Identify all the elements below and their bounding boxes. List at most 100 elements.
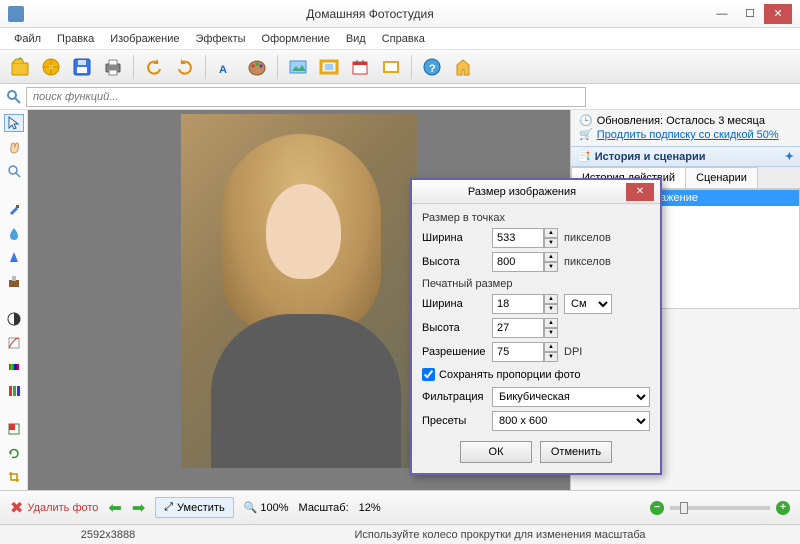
search-bar xyxy=(0,84,800,110)
resize-dialog: Размер изображения ✕ Размер в точках Шир… xyxy=(410,178,662,475)
fit-icon: ⤢ xyxy=(164,501,173,514)
keep-ratio-label: Сохранять пропорции фото xyxy=(439,369,581,381)
photo-preview xyxy=(181,114,417,468)
menu-image[interactable]: Изображение xyxy=(102,31,187,47)
history-panel-title: 📑 История и сценарии ✦ xyxy=(571,146,800,167)
tab-scenarios[interactable]: Сценарии xyxy=(685,167,758,188)
text-button[interactable]: A xyxy=(212,53,240,81)
width-px-spinner[interactable]: ▲▼ xyxy=(492,228,558,248)
updates-box: 🕒 Обновления: Осталось 3 месяца 🛒 Продлить… xyxy=(571,110,800,146)
width-label: Ширина xyxy=(422,232,486,244)
delete-photo-button[interactable]: ✖Удалить фото xyxy=(10,498,98,518)
print-size-label: Печатный размер xyxy=(422,278,650,290)
tool-rotate[interactable] xyxy=(4,444,24,462)
cart-icon: 🛒 xyxy=(579,128,593,142)
batch-button[interactable] xyxy=(37,53,65,81)
tool-curves[interactable] xyxy=(4,334,24,352)
zoom-100-button[interactable]: 🔍100% xyxy=(244,501,289,514)
zoom-slider[interactable] xyxy=(670,506,770,510)
width-cm-spinner[interactable]: ▲▼ xyxy=(492,294,558,314)
menu-file[interactable]: Файл xyxy=(6,31,49,47)
zoom-out-button[interactable]: − xyxy=(650,501,664,515)
print-button[interactable] xyxy=(99,53,127,81)
resolution-label: Разрешение xyxy=(422,346,486,358)
undo-button[interactable] xyxy=(140,53,168,81)
presets-select[interactable]: 800 x 600 xyxy=(492,411,650,431)
ok-button[interactable]: ОК xyxy=(460,441,532,463)
pixel-size-label: Размер в точках xyxy=(422,212,650,224)
menu-view[interactable]: Вид xyxy=(338,31,374,47)
tool-dock xyxy=(0,110,28,490)
help-button[interactable]: ? xyxy=(418,53,446,81)
tool-contrast[interactable] xyxy=(4,310,24,328)
height-label: Высота xyxy=(422,256,486,268)
bottom-bar: ✖Удалить фото ⬅ ➡ ⤢Уместить 🔍100% Масшта… xyxy=(0,490,800,524)
menubar: Файл Правка Изображение Эффекты Оформлен… xyxy=(0,28,800,50)
presets-label: Пресеты xyxy=(422,415,486,427)
next-button[interactable]: ➡ xyxy=(132,498,145,518)
tool-cursor[interactable] xyxy=(4,114,24,132)
extend-link[interactable]: Продлить подписку со скидкой 50% xyxy=(597,128,779,142)
status-dimensions: 2592x3888 xyxy=(8,529,208,541)
status-bar: 2592x3888 Используйте колесо прокрутки д… xyxy=(0,524,800,544)
cancel-button[interactable]: Отменить xyxy=(540,441,612,463)
tool-channels[interactable] xyxy=(4,382,24,400)
svg-text:A: A xyxy=(219,64,227,76)
menu-edit[interactable]: Правка xyxy=(49,31,102,47)
prev-button[interactable]: ⬅ xyxy=(108,498,121,518)
spin-up-icon[interactable]: ▲ xyxy=(544,228,558,238)
unit-select[interactable]: См xyxy=(564,294,612,314)
tool-hue[interactable] xyxy=(4,358,24,376)
search-input[interactable] xyxy=(26,87,586,107)
dialog-close-button[interactable]: ✕ xyxy=(626,183,654,201)
zoom-in-button[interactable]: + xyxy=(776,501,790,515)
dialog-title: Размер изображения xyxy=(418,186,626,198)
spin-down-icon[interactable]: ▼ xyxy=(544,238,558,248)
tool-clone[interactable] xyxy=(4,272,24,290)
status-hint: Используйте колесо прокрутки для изменен… xyxy=(208,529,792,541)
card-button[interactable] xyxy=(377,53,405,81)
redo-button[interactable] xyxy=(171,53,199,81)
filter-label: Фильтрация xyxy=(422,391,486,403)
tool-brush[interactable] xyxy=(4,200,24,218)
magnify-icon: 🔍 xyxy=(244,501,258,514)
titlebar: Домашняя Фотостудия — ☐ ✕ xyxy=(0,0,800,28)
minimize-button[interactable]: — xyxy=(708,4,736,24)
tool-drop[interactable] xyxy=(4,224,24,242)
save-button[interactable] xyxy=(68,53,96,81)
tool-crop[interactable] xyxy=(4,468,24,486)
close-button[interactable]: ✕ xyxy=(764,4,792,24)
search-icon xyxy=(6,89,22,105)
resolution-spinner[interactable]: ▲▼ xyxy=(492,342,558,362)
frame-button[interactable] xyxy=(315,53,343,81)
home-button[interactable] xyxy=(449,53,477,81)
tool-sharpen[interactable] xyxy=(4,248,24,266)
height-px-spinner[interactable]: ▲▼ xyxy=(492,252,558,272)
image-button[interactable] xyxy=(284,53,312,81)
scale-label: Масштаб: xyxy=(299,502,349,514)
svg-text:?: ? xyxy=(429,63,436,75)
app-icon xyxy=(8,6,24,22)
maximize-button[interactable]: ☐ xyxy=(736,4,764,24)
tool-hand[interactable] xyxy=(4,138,24,156)
height-cm-spinner[interactable]: ▲▼ xyxy=(492,318,558,338)
menu-effects[interactable]: Эффекты xyxy=(188,31,254,47)
filter-select[interactable]: Бикубическая xyxy=(492,387,650,407)
delete-icon: ✖ xyxy=(10,498,23,518)
scale-value: 12% xyxy=(359,502,381,514)
tool-magnify[interactable] xyxy=(4,162,24,180)
open-button[interactable] xyxy=(6,53,34,81)
menu-help[interactable]: Справка xyxy=(374,31,433,47)
main-toolbar: A ? xyxy=(0,50,800,84)
palette-button[interactable] xyxy=(243,53,271,81)
history-icon: 📑 xyxy=(577,150,591,163)
fit-button[interactable]: ⤢Уместить xyxy=(155,497,233,518)
keep-ratio-checkbox[interactable] xyxy=(422,368,435,381)
clock-icon: 🕒 xyxy=(579,114,593,128)
tool-resize[interactable] xyxy=(4,419,24,437)
window-title: Домашняя Фотостудия xyxy=(32,7,708,21)
calendar-button[interactable] xyxy=(346,53,374,81)
updates-remaining: Обновления: Осталось 3 месяца xyxy=(597,114,765,128)
menu-design[interactable]: Оформление xyxy=(254,31,338,47)
add-scenario-button[interactable]: ✦ xyxy=(785,150,794,163)
